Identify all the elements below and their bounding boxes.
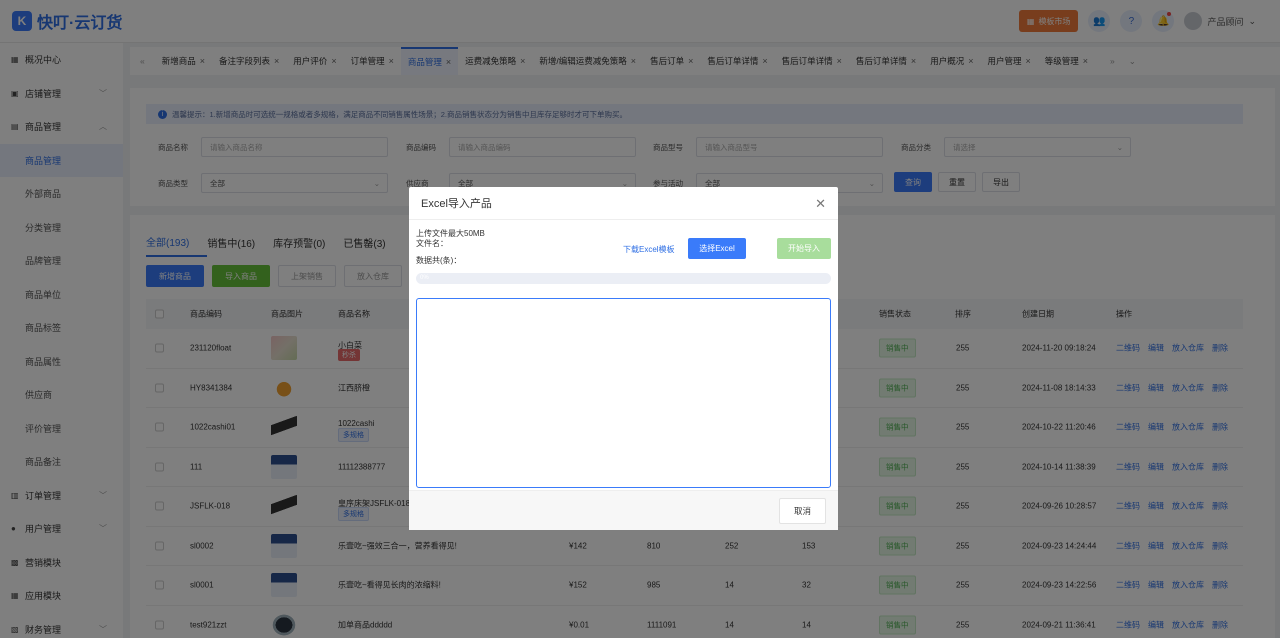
choose-excel-button[interactable]: 选择Excel (688, 238, 746, 259)
dialog-title: Excel导入产品 (421, 198, 492, 210)
data-count-text: 数据共(条)： (416, 256, 462, 265)
import-log-textarea[interactable] (416, 298, 831, 488)
close-icon[interactable]: ✕ (815, 196, 826, 212)
dialog-footer: 取消 (409, 490, 838, 530)
dialog-header: Excel导入产品 ✕ (409, 187, 838, 220)
cancel-button[interactable]: 取消 (779, 498, 826, 524)
file-name-text: 文件名： (416, 239, 448, 248)
download-template-link[interactable]: 下载Excel模板 (623, 244, 675, 255)
excel-import-dialog: Excel导入产品 ✕ 上传文件最大50MB 文件名： 数据共(条)： 下载Ex… (409, 187, 838, 530)
start-import-button[interactable]: 开始导入 (777, 238, 831, 259)
import-progress-bar: 0% (416, 273, 831, 284)
progress-text: 0% (420, 275, 429, 281)
